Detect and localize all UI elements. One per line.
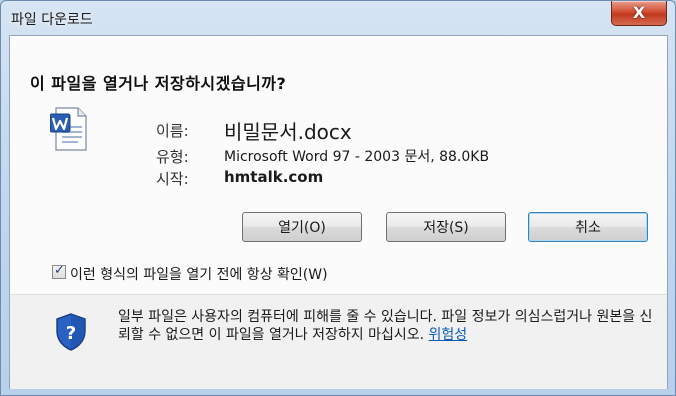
window-title: 파일 다운로드 [11, 12, 93, 28]
warning-message: 일부 파일은 사용자의 컴퓨터에 피해를 줄 수 있습니다. 파일 정보가 의심… [118, 309, 653, 343]
dialog-body: 이 파일을 열거나 저장하시겠습니까? 이름: 비밀문서.docx 유형: Mi… [9, 35, 668, 389]
file-name-label: 이름: [156, 122, 189, 140]
close-icon: X [632, 3, 646, 22]
always-ask-checkbox[interactable]: ✓ [52, 263, 66, 279]
title-bar[interactable]: 파일 다운로드 X [1, 1, 675, 35]
file-type-label: 유형: [156, 148, 189, 166]
cancel-button[interactable]: 취소 [528, 212, 648, 242]
file-source-value: hmtalk.com [224, 168, 324, 186]
file-name-value: 비밀문서.docx [224, 120, 352, 144]
checkmark-icon: ✓ [54, 263, 65, 278]
file-type-value: Microsoft Word 97 - 2003 문서, 88.0KB [224, 149, 490, 165]
svg-text:?: ? [66, 323, 76, 344]
always-ask-label[interactable]: 이런 형식의 파일을 열기 전에 항상 확인(W) [70, 264, 328, 284]
close-button[interactable]: X [611, 1, 667, 26]
warning-text: 일부 파일은 사용자의 컴퓨터에 피해를 줄 수 있습니다. 파일 정보가 의심… [118, 308, 658, 344]
risk-link[interactable]: 위험성 [429, 327, 468, 343]
open-button[interactable]: 열기(O) [242, 212, 362, 242]
file-source-label: 시작: [156, 170, 189, 188]
save-button[interactable]: 저장(S) [386, 212, 506, 242]
dialog-heading: 이 파일을 열거나 저장하시겠습니까? [30, 74, 287, 93]
security-shield-icon: ? [56, 313, 86, 351]
file-download-window: 파일 다운로드 X 이 파일을 열거나 저장하시겠습니까? 이름: 비밀문서.d… [0, 0, 676, 396]
word-document-icon [50, 107, 87, 151]
